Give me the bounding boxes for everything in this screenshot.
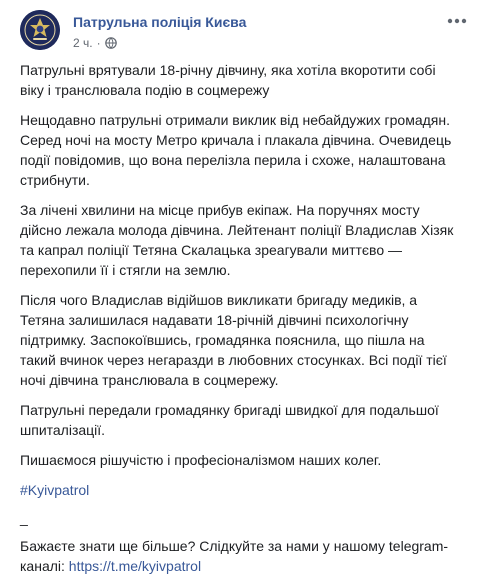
post-meta: 2 ч. · [73, 36, 117, 50]
police-badge-avatar[interactable] [20, 10, 60, 50]
meta-dot: · [96, 36, 101, 50]
post-paragraph: Патрульні передали громадянку бригаді шв… [20, 402, 439, 438]
post-time[interactable]: 2 ч. [73, 36, 93, 50]
post-paragraph: Нещодавно патрульні отримали виклик від … [20, 112, 452, 188]
post-author[interactable]: Патрульна поліція Києва [73, 14, 246, 30]
facebook-post: Патрульна поліція Києва 2 ч. · Патрульні… [0, 0, 485, 574]
post-hashtag-line: #Kyivpatrol [20, 480, 460, 500]
text-separator: _ [20, 510, 28, 526]
globe-icon[interactable] [104, 37, 117, 49]
hashtag-link[interactable]: #Kyivpatrol [20, 482, 89, 498]
post-paragraph: За лічені хвилини на місце прибув екіпаж… [20, 202, 454, 278]
post-paragraph: Патрульні врятували 18-річну дівчину, як… [20, 62, 436, 98]
post-paragraph: Після чого Владислав відійшов викликати … [20, 292, 447, 388]
telegram-cta: Бажаєте знати ще більше? Слідкуйте за на… [20, 536, 460, 576]
post-paragraph: Пишаємося рішучістю і професіоналізмом н… [20, 452, 382, 468]
post-body: Патрульні врятували 18-річну дівчину, як… [20, 60, 460, 586]
post-header: Патрульна поліція Києва 2 ч. · [20, 8, 475, 54]
more-options-icon[interactable] [445, 12, 469, 30]
telegram-link[interactable]: https://t.me/kyivpatrol [69, 558, 201, 574]
